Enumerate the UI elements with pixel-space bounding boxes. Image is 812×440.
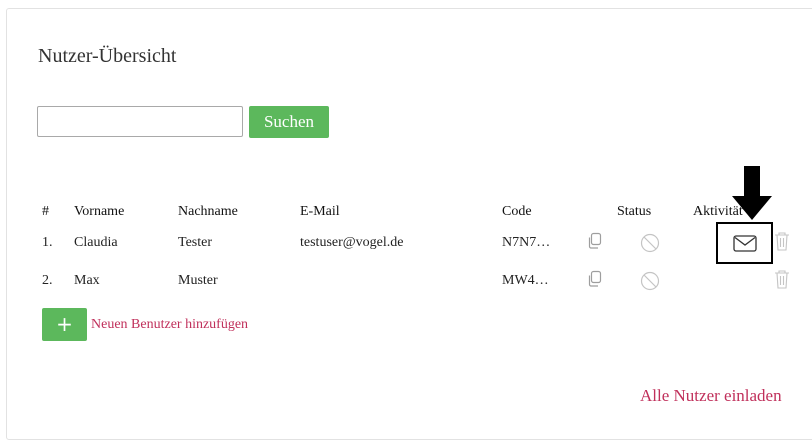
row-firstname: Max (74, 273, 100, 288)
row-code: MW4… (502, 273, 549, 288)
add-user-button[interactable]: + (42, 308, 87, 341)
row-lastname: Tester (178, 235, 213, 250)
copy-icon[interactable] (586, 270, 604, 288)
row-lastname: Muster (178, 273, 218, 288)
copy-icon[interactable] (586, 232, 604, 250)
header-firstname: Vorname (74, 204, 125, 219)
status-blocked-icon[interactable] (640, 271, 660, 291)
mail-highlight-box (716, 222, 773, 264)
search-input[interactable] (37, 106, 243, 137)
row-code: N7N7… (502, 235, 551, 250)
header-lastname: Nachname (178, 204, 238, 219)
page-title: Nutzer-Übersicht (38, 45, 177, 67)
status-blocked-icon[interactable] (640, 233, 660, 253)
row-email: testuser@vogel.de (300, 235, 404, 250)
header-email: E-Mail (300, 204, 340, 219)
user-overview-panel (6, 8, 812, 440)
trash-icon[interactable] (774, 269, 790, 289)
row-firstname: Claudia (74, 235, 118, 250)
header-code: Code (502, 204, 532, 219)
search-button[interactable]: Suchen (249, 106, 329, 138)
row-index: 1. (42, 235, 53, 250)
arrow-down-icon (732, 166, 772, 220)
row-index: 2. (42, 273, 53, 288)
trash-icon[interactable] (774, 231, 790, 251)
add-user-link[interactable]: Neuen Benutzer hinzufügen (91, 317, 248, 333)
header-status: Status (617, 204, 652, 219)
header-index: # (42, 204, 49, 219)
invite-all-link[interactable]: Alle Nutzer einladen (640, 386, 782, 406)
